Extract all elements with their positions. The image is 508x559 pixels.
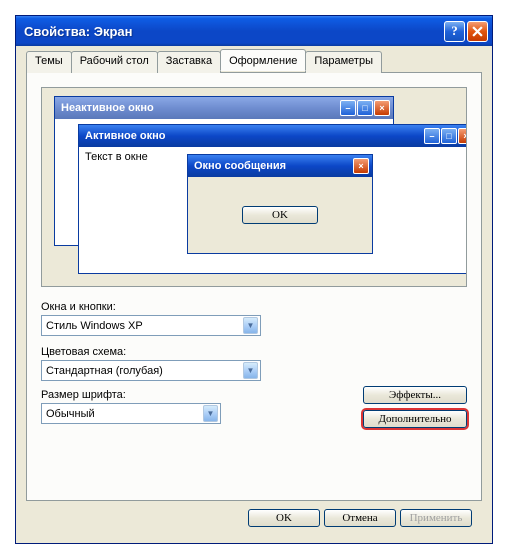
font-size-select[interactable]: Обычный ▼ — [41, 403, 221, 424]
display-properties-dialog: Свойства: Экран ? Темы Рабочий стол Заст… — [15, 15, 493, 544]
tab-settings[interactable]: Параметры — [305, 51, 382, 73]
tab-themes[interactable]: Темы — [26, 51, 72, 73]
minimize-icon: – — [424, 128, 440, 144]
form-area: Окна и кнопки: Стиль Windows XP ▼ Цветов… — [41, 301, 467, 428]
maximize-icon: □ — [357, 100, 373, 116]
minimize-icon: – — [340, 100, 356, 116]
dialog-title: Свойства: Экран — [24, 24, 442, 39]
cancel-button[interactable]: Отмена — [324, 509, 396, 527]
color-scheme-label: Цветовая схема: — [41, 346, 353, 358]
preview-message-body: OK — [188, 177, 372, 253]
maximize-icon: □ — [441, 128, 457, 144]
preview-message-box: Окно сообщения × OK — [187, 154, 373, 254]
windows-buttons-select[interactable]: Стиль Windows XP ▼ — [41, 315, 261, 336]
apply-button[interactable]: Применить — [400, 509, 472, 527]
close-button[interactable] — [467, 21, 488, 42]
chevron-down-icon: ▼ — [243, 317, 258, 334]
preview-inactive-titlebar: Неактивное окно – □ × — [55, 97, 393, 119]
color-scheme-select[interactable]: Стандартная (голубая) ▼ — [41, 360, 261, 381]
windows-buttons-label: Окна и кнопки: — [41, 301, 467, 313]
chevron-down-icon: ▼ — [243, 362, 258, 379]
style-preview: Неактивное окно – □ × Активное окно – □ … — [41, 87, 467, 287]
close-icon: × — [458, 128, 467, 144]
dialog-footer: OK Отмена Применить — [26, 501, 482, 535]
ok-button[interactable]: OK — [248, 509, 320, 527]
close-icon — [472, 26, 483, 37]
tab-appearance[interactable]: Оформление — [220, 49, 306, 71]
effects-button[interactable]: Эффекты... — [363, 386, 467, 404]
dialog-content: Темы Рабочий стол Заставка Оформление Па… — [16, 46, 492, 543]
tab-screensaver[interactable]: Заставка — [157, 51, 221, 73]
preview-ok-button: OK — [242, 206, 318, 224]
preview-active-titlebar: Активное окно – □ × — [79, 125, 467, 147]
preview-message-titlebar: Окно сообщения × — [188, 155, 372, 177]
dialog-titlebar[interactable]: Свойства: Экран ? — [16, 16, 492, 46]
advanced-button[interactable]: Дополнительно — [363, 410, 467, 428]
tab-strip: Темы Рабочий стол Заставка Оформление Па… — [26, 51, 482, 73]
appearance-panel: Неактивное окно – □ × Активное окно – □ … — [26, 72, 482, 501]
tab-desktop[interactable]: Рабочий стол — [71, 51, 158, 73]
close-icon: × — [353, 158, 369, 174]
chevron-down-icon: ▼ — [203, 405, 218, 422]
font-size-label: Размер шрифта: — [41, 389, 353, 401]
help-button[interactable]: ? — [444, 21, 465, 42]
close-icon: × — [374, 100, 390, 116]
